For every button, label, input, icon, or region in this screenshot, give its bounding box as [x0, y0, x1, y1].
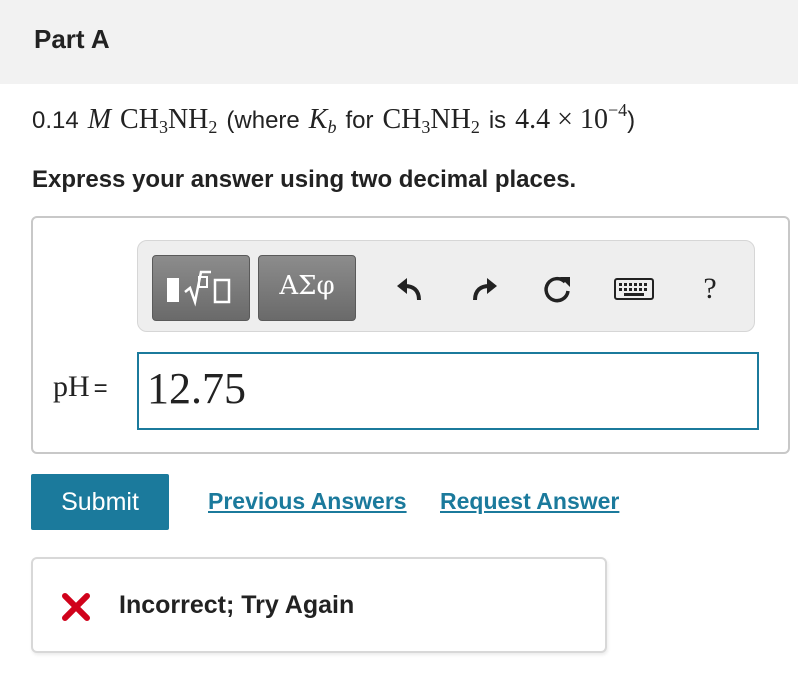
compound-formula: CH3NH2	[120, 104, 218, 137]
is-text: is	[488, 107, 507, 134]
answer-input[interactable]: 12.75	[137, 352, 759, 430]
feedback-box: Incorrect; Try Again	[31, 557, 607, 653]
math-toolbar: ΑΣφ ?	[137, 240, 755, 332]
concentration-value: 0.14	[32, 107, 79, 134]
part-header: Part A	[0, 0, 798, 84]
close-paren: )	[627, 107, 636, 134]
molar-symbol: M	[87, 104, 112, 135]
templates-button[interactable]	[152, 255, 250, 321]
kb-symbol: Kb	[308, 104, 337, 137]
submit-button[interactable]: Submit	[31, 474, 169, 530]
x-icon	[62, 593, 90, 621]
answer-label: pH =	[53, 370, 108, 403]
reset-icon[interactable]	[538, 269, 578, 309]
compound-formula-2: CH3NH2	[382, 104, 480, 137]
where-text: (where	[226, 107, 300, 134]
symbols-button[interactable]: ΑΣφ	[258, 255, 356, 321]
question-text: 0.14 M CH3NH2 (where Kb for CH3NH2 is 4.…	[32, 100, 636, 137]
redo-icon[interactable]	[464, 269, 504, 309]
feedback-text: Incorrect; Try Again	[119, 591, 355, 619]
keyboard-icon[interactable]	[610, 269, 658, 309]
instructions: Express your answer using two decimal pl…	[32, 166, 577, 193]
help-button[interactable]: ?	[690, 269, 730, 309]
undo-icon[interactable]	[390, 269, 430, 309]
radical-template-icon	[167, 270, 231, 307]
part-title: Part A	[34, 24, 110, 54]
answer-area: ΑΣφ ? pH = 12.75	[31, 216, 790, 454]
for-text: for	[345, 107, 374, 134]
kb-value: 4.4 × 10−4	[515, 100, 628, 135]
request-answer-link[interactable]: Request Answer	[440, 488, 619, 515]
previous-answers-link[interactable]: Previous Answers	[208, 488, 407, 515]
